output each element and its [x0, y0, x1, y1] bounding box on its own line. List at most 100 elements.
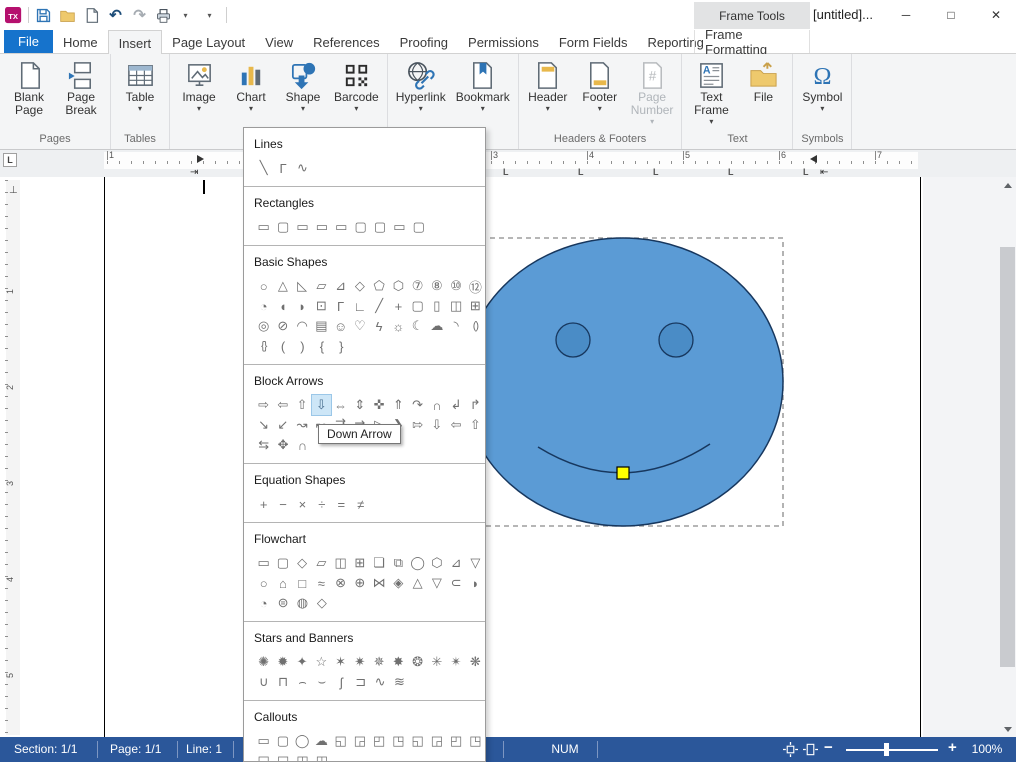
shape-swatch[interactable]: ʃ [332, 672, 351, 692]
maximize-button[interactable]: □ [930, 0, 972, 30]
shape-swatch[interactable]: ⑩ [447, 276, 466, 296]
shape-swatch[interactable]: ⊘ [273, 316, 292, 336]
shape-swatch[interactable]: ◖ [273, 296, 292, 316]
redo-icon[interactable]: ↷ [130, 6, 149, 25]
tab-permissions[interactable]: Permissions [458, 30, 549, 53]
shape-swatch[interactable]: ▭ [332, 217, 351, 237]
scroll-up-arrow[interactable] [999, 177, 1016, 193]
shape-swatch[interactable]: ∟ [350, 296, 369, 316]
shape-swatch[interactable]: ▽ [466, 553, 485, 573]
shape-swatch[interactable]: ▢ [273, 217, 292, 237]
tab-references[interactable]: References [303, 30, 389, 53]
shape-swatch[interactable]: ∩ [427, 395, 446, 415]
zoom-in-button[interactable]: + [948, 739, 957, 756]
shape-swatch[interactable]: ⇧ [466, 415, 485, 435]
shape-swatch[interactable]: △ [408, 573, 427, 593]
image-button[interactable]: Image▾ [173, 56, 225, 132]
scroll-down-arrow[interactable] [999, 721, 1016, 737]
header-button[interactable]: Header▾ [522, 56, 574, 132]
shape-swatch[interactable]: − [273, 494, 292, 514]
shape-swatch[interactable]: ⇩ [427, 415, 446, 435]
shape-swatch[interactable]: ∪ [254, 672, 273, 692]
shape-swatch[interactable]: ◫ [331, 553, 350, 573]
undo-icon[interactable]: ↶ [106, 6, 125, 25]
shape-swatch[interactable]: ▯ [427, 296, 446, 316]
shape-swatch[interactable]: ∿ [293, 158, 312, 178]
shape-swatch[interactable]: ☾ [408, 316, 427, 336]
shape-swatch[interactable]: ◫ [447, 296, 466, 316]
shape-swatch[interactable]: ⑦ [408, 276, 427, 296]
shape-swatch[interactable]: ○ [254, 276, 273, 296]
shape-swatch[interactable]: ⊜ [273, 593, 292, 613]
shape-swatch[interactable]: ▭ [312, 217, 331, 237]
shape-swatch[interactable]: ⌢ [293, 672, 312, 692]
tab-frame-formatting[interactable]: Frame Formatting [694, 30, 810, 53]
shape-swatch[interactable]: Γ [273, 158, 292, 178]
shape-swatch[interactable]: ⇦ [447, 415, 466, 435]
new-document-icon[interactable] [82, 6, 101, 25]
smiley-left-eye[interactable] [556, 323, 590, 357]
shape-swatch[interactable]: × [293, 494, 312, 514]
shape-swatch[interactable]: ⬡ [427, 553, 446, 573]
open-icon[interactable] [58, 6, 77, 25]
right-indent-marker-arrow[interactable] [810, 155, 817, 163]
shape-swatch[interactable]: ❋ [466, 652, 485, 672]
shape-swatch[interactable]: ╲ [254, 158, 273, 178]
tab-stop-marker[interactable]: L [803, 168, 809, 177]
shape-swatch[interactable]: ⧉ [389, 553, 408, 573]
shape-swatch[interactable]: ▢ [370, 217, 389, 237]
shape-swatch[interactable]: ◳ [389, 731, 408, 751]
shape-swatch[interactable]: ▭ [390, 217, 409, 237]
shape-swatch[interactable]: ⊿ [331, 276, 350, 296]
shape-swatch[interactable]: ⑫ [466, 276, 485, 296]
shape-swatch[interactable]: ▭ [254, 217, 273, 237]
shape-swatch[interactable]: ↷ [408, 395, 427, 415]
symbol-button[interactable]: ΩSymbol▾ [796, 56, 848, 132]
shape-swatch[interactable]: ◱ [408, 731, 427, 751]
tab-file[interactable]: File [4, 30, 53, 53]
shape-swatch[interactable]: ◍ [293, 593, 312, 613]
shape-swatch[interactable]: ≈ [312, 573, 331, 593]
zoom-slider-thumb[interactable] [884, 743, 889, 756]
shape-swatch[interactable]: ◗ [293, 296, 312, 316]
shape-swatch[interactable]: ○ [254, 573, 273, 593]
shape-swatch[interactable]: ▭ [254, 553, 273, 573]
fit-window-icon[interactable] [783, 742, 798, 757]
tab-stop-marker[interactable]: L [578, 168, 584, 177]
shape-swatch[interactable]: ⊂ [447, 573, 466, 593]
print-dropdown-icon[interactable]: ▾ [178, 6, 197, 25]
blank-page-button[interactable]: Blank Page [3, 56, 55, 132]
shape-swatch[interactable]: ↘ [254, 415, 273, 435]
shape-swatch[interactable]: ⊗ [331, 573, 350, 593]
shape-swatch[interactable]: ↲ [447, 395, 466, 415]
shape-swatch[interactable]: △ [273, 276, 292, 296]
shape-swatch[interactable]: ◰ [370, 731, 389, 751]
shape-swatch[interactable]: ╱ [370, 296, 389, 316]
shape-swatch[interactable]: ÷ [312, 494, 331, 514]
shape-swatch[interactable]: ▽ [427, 573, 446, 593]
shape-swatch[interactable]: ⬠ [370, 276, 389, 296]
shape-swatch[interactable]: ✹ [273, 652, 292, 672]
shape-swatch[interactable]: Γ [331, 296, 350, 316]
tab-form-fields[interactable]: Form Fields [549, 30, 638, 53]
shape-swatch[interactable]: ⇑ [389, 395, 408, 415]
shape-swatch[interactable]: ◔ [254, 593, 273, 613]
shape-swatch[interactable]: ▤ [312, 316, 331, 336]
shape-swatch[interactable]: ◱ [331, 731, 350, 751]
minimize-button[interactable]: ─ [885, 0, 927, 30]
text-frame-button[interactable]: AText Frame▾ [685, 56, 737, 132]
shape-swatch[interactable]: ✴ [447, 652, 466, 672]
shape-swatch[interactable]: ◯ [408, 553, 427, 573]
tab-home[interactable]: Home [53, 30, 108, 53]
close-button[interactable]: ✕ [975, 0, 1016, 30]
smiley-right-eye[interactable] [659, 323, 693, 357]
shape-swatch[interactable]: ⊕ [350, 573, 369, 593]
shape-swatch[interactable]: □ [293, 573, 312, 593]
shape-swatch[interactable]: ⇧ [293, 395, 312, 415]
shape-swatch[interactable]: ❂ [408, 652, 427, 672]
shape-swatch[interactable]: ✵ [370, 652, 389, 672]
print-icon[interactable] [154, 6, 173, 25]
shape-adjust-handle[interactable] [617, 467, 629, 479]
chart-button[interactable]: Chart▾ [225, 56, 277, 132]
shape-swatch[interactable]: ⇔ [331, 395, 350, 415]
